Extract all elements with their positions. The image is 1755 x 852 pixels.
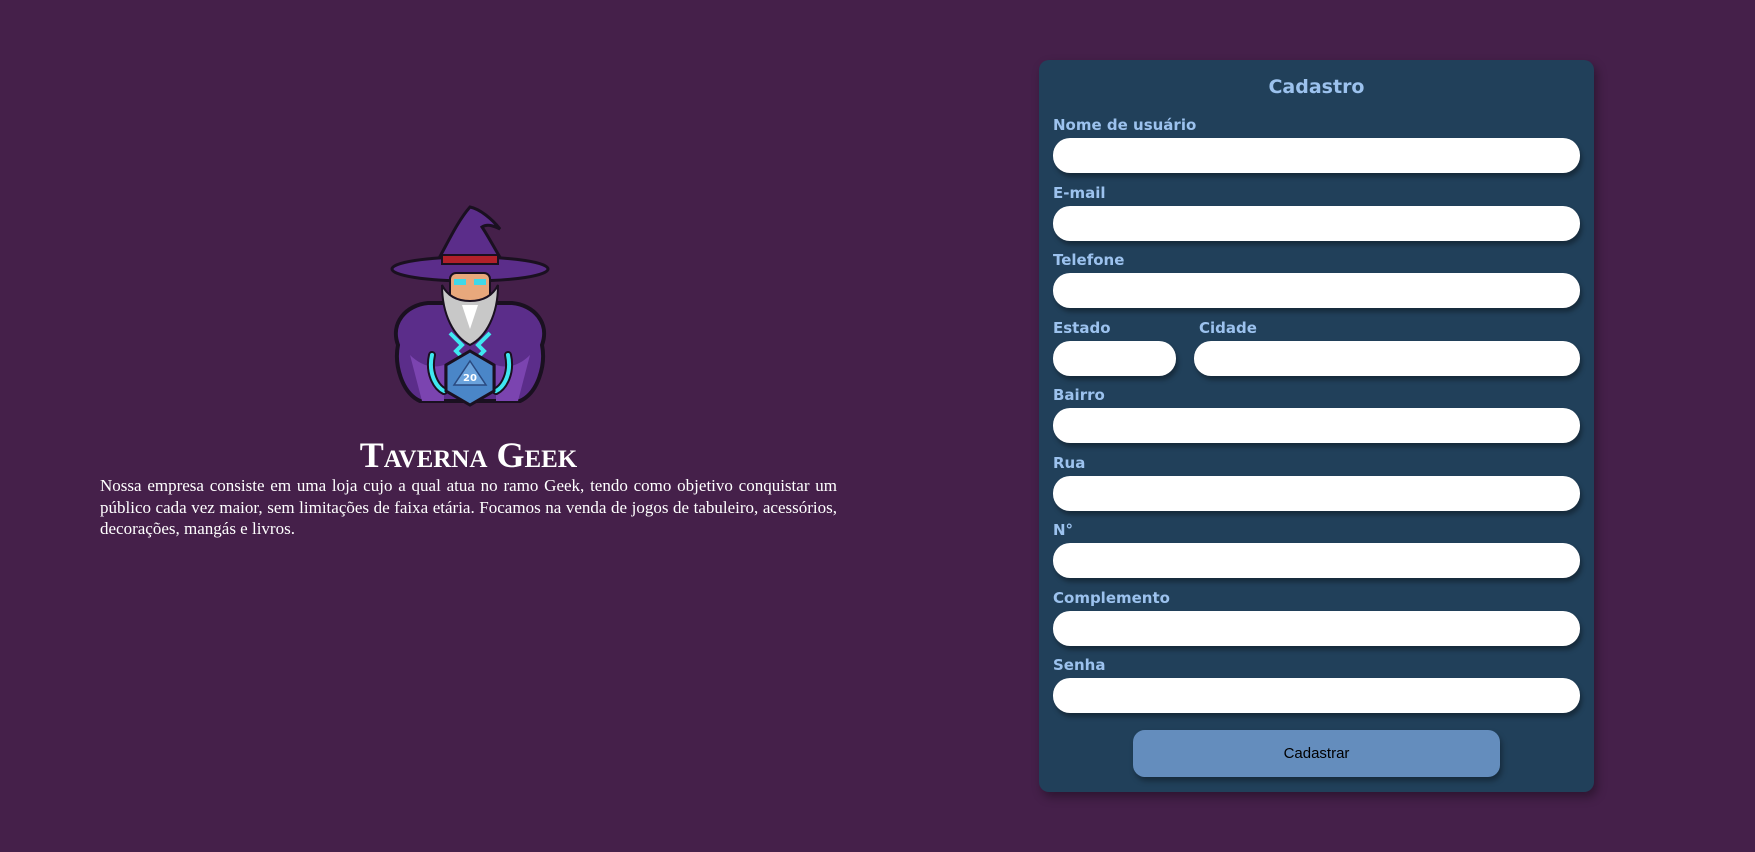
username-label: Nome de usuário (1053, 116, 1197, 134)
password-input[interactable] (1053, 678, 1580, 713)
dice-number: 20 (463, 373, 477, 384)
registration-form: Cadastro Nome de usuário E-mail Telefone… (1039, 60, 1594, 792)
brand-title: Taverna Geek (359, 435, 578, 475)
password-label: Senha (1053, 656, 1106, 674)
username-input[interactable] (1053, 138, 1580, 173)
phone-input[interactable] (1053, 273, 1580, 308)
number-input[interactable] (1053, 543, 1580, 578)
state-input[interactable] (1053, 341, 1176, 376)
complement-input[interactable] (1053, 611, 1580, 646)
phone-label: Telefone (1053, 251, 1125, 269)
city-input[interactable] (1194, 341, 1580, 376)
district-label: Bairro (1053, 386, 1105, 404)
wizard-logo-icon: 20 (390, 205, 550, 407)
email-input[interactable] (1053, 206, 1580, 241)
district-input[interactable] (1053, 408, 1580, 443)
email-label: E-mail (1053, 184, 1106, 202)
city-label: Cidade (1199, 319, 1257, 337)
number-label: N° (1053, 521, 1074, 539)
state-label: Estado (1053, 319, 1111, 337)
street-input[interactable] (1053, 476, 1580, 511)
complement-label: Complemento (1053, 589, 1170, 607)
brand-description: Nossa empresa consiste em uma loja cujo … (100, 476, 837, 538)
register-button[interactable]: Cadastrar (1133, 730, 1500, 777)
form-title: Cadastro (1268, 76, 1365, 98)
street-label: Rua (1053, 454, 1086, 472)
